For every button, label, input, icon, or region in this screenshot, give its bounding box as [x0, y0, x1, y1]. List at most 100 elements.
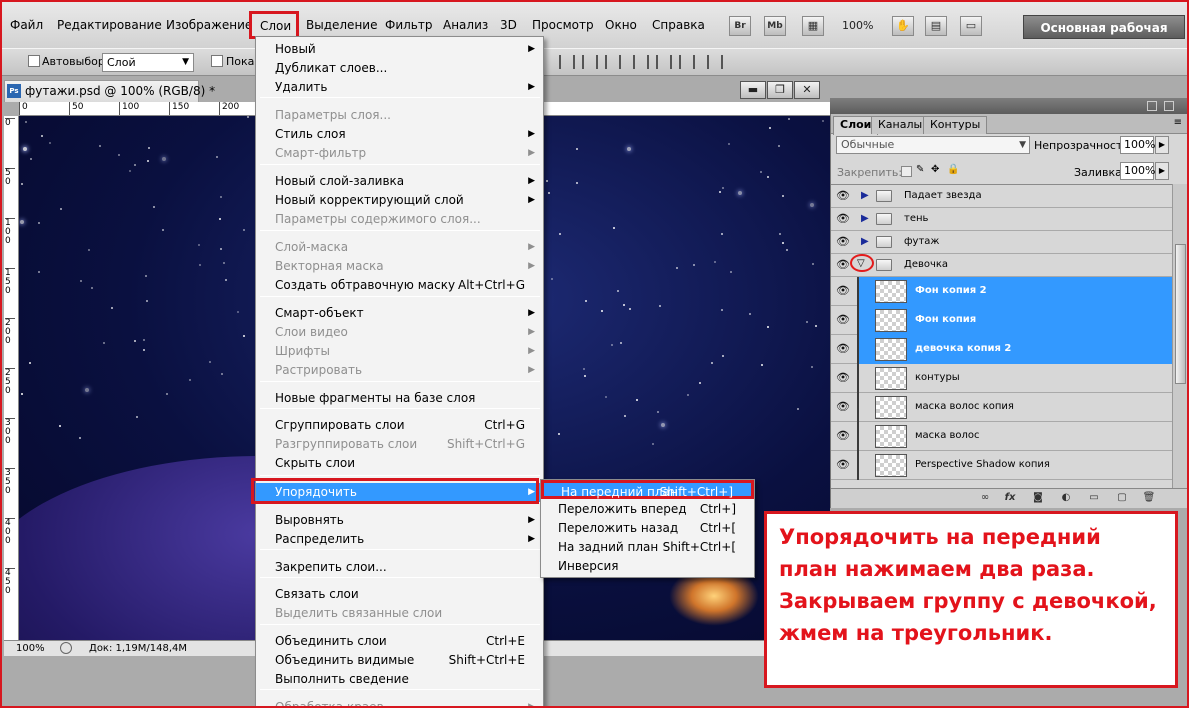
opacity-arrow-icon[interactable]: ▶ — [1155, 136, 1169, 154]
lock-pixels-icon[interactable]: ✎ — [916, 164, 927, 175]
menu-item[interactable]: Объединить видимые Shift+Ctrl+E — [256, 651, 543, 670]
distribute-icon[interactable] — [707, 55, 723, 69]
layer-row[interactable]: 👁 маска волос — [831, 422, 1172, 451]
menu-layers[interactable]: Слои — [249, 11, 299, 39]
minibridge-button[interactable]: Mb — [764, 16, 786, 36]
expand-triangle-icon[interactable]: ▶ — [861, 190, 869, 201]
hand-tool-icon[interactable]: ✋ — [892, 16, 914, 36]
menu-item[interactable]: Удалить ▶ — [256, 78, 543, 97]
new-layer-icon[interactable]: ▢ — [1115, 492, 1129, 505]
eye-icon[interactable]: 👁 — [834, 371, 852, 385]
eye-icon[interactable]: 👁 — [834, 429, 852, 443]
panel-menu-icon[interactable]: ≡ — [1174, 117, 1182, 128]
layer-row[interactable]: 👁 маска волос копия — [831, 393, 1172, 422]
menu-item[interactable]: Объединить слои Ctrl+E — [256, 632, 543, 651]
eye-icon[interactable]: 👁 — [834, 313, 852, 327]
menu-filter[interactable]: Фильтр — [385, 18, 432, 32]
align-hcenter-icon[interactable] — [656, 55, 672, 69]
align-left-icon[interactable] — [633, 55, 649, 69]
collapse-panel-icon[interactable] — [1147, 101, 1157, 111]
menu-item[interactable]: Новый корректирующий слой ▶ — [256, 191, 543, 210]
menu-item-send-to-back[interactable]: На задний план Shift+Ctrl+[ — [541, 538, 754, 557]
menu-analysis[interactable]: Анализ — [443, 18, 488, 32]
link-icon[interactable]: ∞ — [978, 492, 992, 505]
menu-item-bring-forward[interactable]: Переложить вперед Ctrl+] — [541, 500, 754, 519]
menu-item-reverse[interactable]: Инверсия — [541, 557, 754, 576]
menu-edit[interactable]: Редактирование — [57, 18, 162, 32]
fill-input[interactable]: 100% — [1120, 162, 1155, 180]
screen-mode-icon[interactable]: ▭ — [960, 16, 982, 36]
menu-select[interactable]: Выделение — [306, 18, 377, 32]
mask-icon[interactable]: ◙ — [1031, 492, 1045, 505]
eye-icon[interactable]: 👁 — [834, 212, 852, 226]
lock-transparency-icon[interactable] — [901, 166, 912, 177]
document-tab[interactable]: Ps футажи.psd @ 100% (RGB/8) * — [4, 80, 215, 102]
menu-help[interactable]: Справка — [652, 18, 705, 32]
lock-position-icon[interactable]: ✥ — [931, 164, 942, 175]
layer-row[interactable]: 👁 девочка копия 2 — [831, 335, 1172, 364]
layer-group-row[interactable]: 👁 ▶ футаж — [831, 231, 1172, 254]
menu-item[interactable]: Сгруппировать слои Ctrl+G — [256, 416, 543, 435]
eye-icon[interactable]: 👁 — [834, 284, 852, 298]
collapse-triangle-icon[interactable]: ▽ — [857, 258, 865, 269]
blend-mode-select[interactable]: Обычные ▼ — [836, 136, 1030, 154]
group-icon[interactable]: ▭ — [1087, 492, 1101, 505]
tab-channels[interactable]: Каналы — [871, 116, 930, 134]
tab-paths[interactable]: Контуры — [923, 116, 988, 134]
menu-item[interactable]: Новый слой-заливка ▶ — [256, 172, 543, 191]
layer-row[interactable]: 👁 Фон копия 2 — [831, 277, 1172, 306]
menu-item[interactable]: Закрепить слои... — [256, 558, 543, 577]
menu-item[interactable]: Выполнить сведение — [256, 670, 543, 689]
menu-item[interactable]: Новый ▶ — [256, 40, 543, 59]
align-top-icon[interactable] — [559, 55, 575, 69]
menu-item[interactable]: Скрыть слои — [256, 454, 543, 473]
menu-item[interactable]: Связать слои — [256, 585, 543, 604]
layer-group-row[interactable]: 👁 ▶ Падает звезда — [831, 185, 1172, 208]
close-icon[interactable]: ✕ — [794, 81, 820, 99]
layer-group-row[interactable]: 👁 ▶ тень — [831, 208, 1172, 231]
layer-row[interactable]: 👁 Фон копия — [831, 306, 1172, 335]
align-vcenter-icon[interactable] — [582, 55, 598, 69]
status-zoom[interactable]: 100% — [16, 641, 45, 656]
fx-icon[interactable]: fx — [1003, 492, 1017, 505]
layer-row[interactable]: 👁 контуры — [831, 364, 1172, 393]
scrollbar-thumb[interactable] — [1175, 244, 1186, 384]
layer-row[interactable]: 👁 Perspective Shadow копия — [831, 451, 1172, 480]
expand-triangle-icon[interactable]: ▶ — [861, 236, 869, 247]
workspace-button[interactable]: Основная рабочая среда — [1023, 15, 1185, 59]
menu-item[interactable]: Дубликат слоев... — [256, 59, 543, 78]
opacity-input[interactable]: 100% — [1120, 136, 1155, 154]
status-info-icon[interactable] — [60, 642, 72, 654]
align-right-icon[interactable] — [679, 55, 695, 69]
menu-item-send-backward[interactable]: Переложить назад Ctrl+[ — [541, 519, 754, 538]
eye-icon[interactable]: 👁 — [834, 235, 852, 249]
menu-view[interactable]: Просмотр — [532, 18, 594, 32]
layers-scrollbar[interactable] — [1172, 184, 1187, 488]
autoselect-checkbox[interactable] — [28, 55, 40, 67]
menu-item[interactable]: Стиль слоя ▶ — [256, 125, 543, 144]
expand-triangle-icon[interactable]: ▶ — [861, 213, 869, 224]
fill-arrow-icon[interactable]: ▶ — [1155, 162, 1169, 180]
menu-item[interactable]: Выровнять ▶ — [256, 511, 543, 530]
close-panel-icon[interactable] — [1164, 101, 1174, 111]
menu-window[interactable]: Окно — [605, 18, 637, 32]
layer-group-row-expanded[interactable]: 👁 ▽ Девочка — [831, 254, 1172, 277]
menu-item[interactable]: Распределить ▶ — [256, 530, 543, 549]
menu-item-bring-to-front[interactable]: На передний план Shift+Ctrl+] — [541, 480, 754, 499]
minimize-icon[interactable]: ▬ — [740, 81, 766, 99]
show-transform-checkbox[interactable] — [211, 55, 223, 67]
arrange-documents-icon[interactable]: ▤ — [925, 16, 947, 36]
lock-all-icon[interactable]: 🔒 — [947, 164, 959, 175]
eye-icon[interactable]: 👁 — [834, 189, 852, 203]
menu-item[interactable]: Смарт-объект ▶ — [256, 304, 543, 323]
eye-icon[interactable]: 👁 — [834, 458, 852, 472]
menu-item[interactable]: Создать обтравочную маску Alt+Ctrl+G — [256, 276, 543, 295]
eye-icon[interactable]: 👁 — [834, 342, 852, 356]
zoom-level-select[interactable]: 100% — [842, 16, 894, 36]
extras-icon[interactable]: ▦ — [802, 16, 824, 36]
trash-icon[interactable]: 🗑 — [1142, 492, 1156, 505]
bridge-button[interactable]: Br — [729, 16, 751, 36]
align-bottom-icon[interactable] — [605, 55, 621, 69]
eye-icon[interactable]: 👁 — [834, 400, 852, 414]
autoselect-select[interactable]: Слой ▼ — [102, 53, 194, 72]
